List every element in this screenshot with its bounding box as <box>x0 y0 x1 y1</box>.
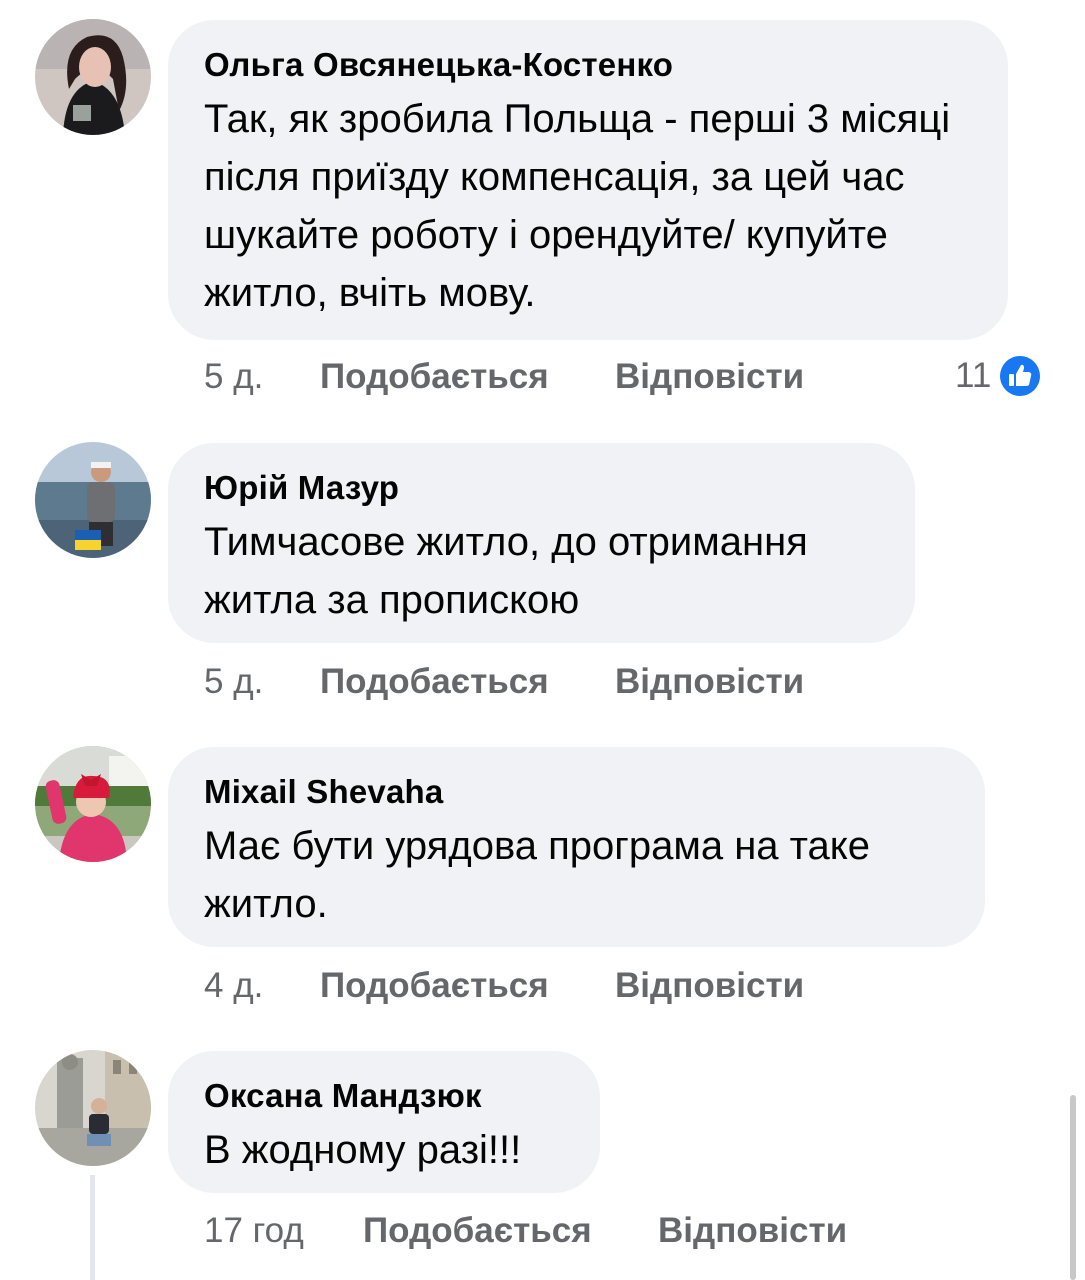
reply-button[interactable]: Відповісти <box>658 1211 847 1251</box>
comment-bubble: Mixail Shevaha Має бути урядова програма… <box>168 747 985 947</box>
reply-thread-line <box>90 1175 95 1280</box>
like-button[interactable]: Подобається <box>320 966 549 1006</box>
comment-time[interactable]: 5 д. <box>204 357 263 397</box>
comment-time[interactable]: 17 год <box>204 1211 304 1251</box>
comment-author[interactable]: Оксана Мандзюк <box>204 1075 570 1117</box>
comment-text: Так, як зробила Польща - перші 3 місяці … <box>204 97 951 315</box>
avatar-photo <box>35 19 151 135</box>
comment-author[interactable]: Mixail Shevaha <box>204 771 955 813</box>
comment-time[interactable]: 5 д. <box>204 662 263 702</box>
reaction-summary[interactable]: 11 <box>955 352 1043 400</box>
comment-author[interactable]: Юрій Мазур <box>204 467 885 509</box>
comment-bubble: Оксана Мандзюк В жодному разі!!! <box>168 1051 600 1193</box>
avatar-photo <box>35 746 151 862</box>
comment-time[interactable]: 4 д. <box>204 966 263 1006</box>
avatar-mixail[interactable] <box>35 746 151 862</box>
comment-bubble: Ольга Овсянецька-Костенко Так, як зробил… <box>168 20 1008 340</box>
comment-text: Тимчасове житло, до отримання житла за п… <box>204 520 808 622</box>
comment-text: В жодному разі!!! <box>204 1128 522 1172</box>
like-button[interactable]: Подобається <box>363 1211 592 1251</box>
avatar-olha[interactable] <box>35 19 151 135</box>
avatar-photo <box>35 442 151 558</box>
avatar-photo <box>35 1050 151 1166</box>
reply-button[interactable]: Відповісти <box>615 357 804 397</box>
reply-button[interactable]: Відповісти <box>615 662 804 702</box>
reaction-count: 11 <box>955 356 992 395</box>
comments-list: Ольга Овсянецька-Костенко Так, як зробил… <box>0 0 1085 1280</box>
scrollbar[interactable] <box>1070 1095 1076 1280</box>
comment-author[interactable]: Ольга Овсянецька-Костенко <box>204 44 978 86</box>
comment-text: Має бути урядова програма на таке житло. <box>204 824 870 926</box>
like-button[interactable]: Подобається <box>320 357 549 397</box>
like-button[interactable]: Подобається <box>320 662 549 702</box>
comment-bubble: Юрій Мазур Тимчасове житло, до отримання… <box>168 443 915 643</box>
avatar-yurii[interactable] <box>35 442 151 558</box>
avatar-oksana[interactable] <box>35 1050 151 1166</box>
like-icon <box>998 354 1043 398</box>
reply-button[interactable]: Відповісти <box>615 966 804 1006</box>
